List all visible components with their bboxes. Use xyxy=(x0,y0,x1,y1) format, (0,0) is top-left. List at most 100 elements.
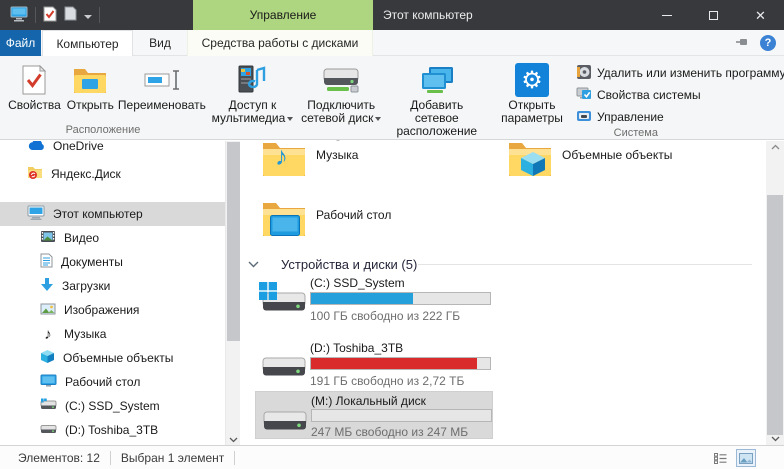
yandex-disk-icon xyxy=(27,165,43,183)
drive-usage-fill xyxy=(311,293,413,304)
pictures-icon xyxy=(40,303,56,318)
drive-free-space: 247 МБ свободно из 247 МБ xyxy=(311,425,468,439)
this-pc-icon xyxy=(27,205,45,223)
section-title: Устройства и диски (5) xyxy=(281,257,417,272)
main-scrollbar[interactable] xyxy=(766,141,784,445)
drive-item-m[interactable]: (M:) Локальный диск 247 МБ свободно из 2… xyxy=(255,391,493,439)
drive-icon xyxy=(40,398,57,414)
folder-tile-music[interactable]: ♪ Музыка xyxy=(262,141,502,191)
music-icon: ♪ xyxy=(40,326,56,343)
add-network-location-button[interactable]: Добавить сетевое расположение xyxy=(388,59,486,138)
settings-gear-icon: ⚙ xyxy=(514,61,550,99)
tab-disk-tools[interactable]: Средства работы с дисками xyxy=(187,30,373,56)
tab-view[interactable]: Вид xyxy=(135,30,185,56)
sidebar-item-this-pc[interactable]: Этот компьютер xyxy=(0,202,225,226)
uninstall-program-icon xyxy=(576,64,592,83)
onedrive-icon xyxy=(27,141,45,154)
rename-button[interactable]: Переименовать xyxy=(118,59,206,123)
selection-count: Выбран 1 элемент xyxy=(121,451,224,465)
open-button[interactable]: Открыть xyxy=(63,59,118,123)
sidebar-item-label: Загрузки xyxy=(62,279,110,293)
sidebar-item-3d-objects[interactable]: Объемные объекты xyxy=(0,346,225,370)
sidebar-scrollbar[interactable] xyxy=(225,141,240,445)
group-label-location: Расположение xyxy=(0,123,206,139)
sidebar-item-label: Объемные объекты xyxy=(63,351,173,365)
system-properties-button[interactable]: Свойства системы xyxy=(576,86,784,104)
sidebar-item-drive-d[interactable]: (D:) Toshiba_3TB xyxy=(0,418,225,442)
manage-label: Управление xyxy=(597,110,664,124)
sidebar-item-label: Видео xyxy=(64,231,99,245)
sidebar-item-drive-c[interactable]: (C:) SSD_System xyxy=(0,394,225,418)
desktop-icon xyxy=(40,374,57,390)
rename-icon xyxy=(144,61,180,99)
sidebar-item-documents[interactable]: Документы xyxy=(0,250,225,274)
sidebar-item-videos[interactable]: Видео xyxy=(0,226,225,250)
main-scrollbar-thumb[interactable] xyxy=(767,195,783,435)
sidebar-item-label: Яндекс.Диск xyxy=(51,167,121,181)
sidebar-item-yandex-disk[interactable]: Яндекс.Диск xyxy=(0,162,225,186)
scroll-down-icon[interactable] xyxy=(226,437,240,443)
sidebar-item-label: Изображения xyxy=(64,303,139,317)
minimize-button[interactable] xyxy=(643,0,690,30)
media-access-label-line2: мультимедиа xyxy=(212,111,286,125)
sidebar-item-music[interactable]: ♪ Музыка xyxy=(0,322,225,346)
network-location-icon xyxy=(419,61,455,99)
window-title: Этот компьютер xyxy=(383,0,473,30)
tab-file[interactable]: Файл xyxy=(0,30,41,56)
thumbnail-view-button[interactable] xyxy=(736,449,756,467)
uninstall-program-button[interactable]: Удалить или изменить программу xyxy=(576,64,784,82)
close-button[interactable]: ✕ xyxy=(737,0,784,30)
windows-logo-icon xyxy=(259,282,277,303)
folder-label: Музыка xyxy=(316,148,358,162)
folder-tile-desktop[interactable]: Рабочий стол xyxy=(262,199,502,251)
status-separator xyxy=(234,451,235,465)
drive-free-space: 191 ГБ свободно из 2,72 ТБ xyxy=(310,374,464,388)
scroll-up-icon[interactable] xyxy=(766,144,784,150)
close-icon: ✕ xyxy=(755,9,766,22)
manage-button[interactable]: Управление xyxy=(576,108,784,126)
sidebar-item-label: Этот компьютер xyxy=(53,207,143,221)
properties-shortcut-icon[interactable] xyxy=(43,6,57,25)
properties-button[interactable]: Свойства xyxy=(6,59,63,123)
sidebar-item-onedrive[interactable]: OneDrive xyxy=(0,141,225,158)
list-view-button[interactable] xyxy=(710,449,730,467)
properties-label: Свойства xyxy=(8,99,61,112)
status-separator xyxy=(110,451,111,465)
hdd-icon xyxy=(262,353,306,386)
tab-computer[interactable]: Компьютер xyxy=(42,30,133,56)
qat-dropdown-icon[interactable] xyxy=(84,15,92,19)
navigation-pane: OneDrive Яндекс.Диск Этот компьютер Виде… xyxy=(0,141,225,445)
cube-overlay-icon xyxy=(520,151,546,177)
contextual-tab-header[interactable]: Управление xyxy=(193,0,373,30)
collapse-chevron-icon[interactable] xyxy=(248,261,259,268)
drive-name: (C:) SSD_System xyxy=(310,276,405,290)
sidebar-item-pictures[interactable]: Изображения xyxy=(0,298,225,322)
maximize-button[interactable] xyxy=(690,0,737,30)
map-network-drive-button[interactable]: Подключить сетевой диск xyxy=(295,59,388,138)
help-button[interactable]: ? xyxy=(760,35,776,51)
scroll-down-icon[interactable] xyxy=(766,436,784,442)
open-folder-icon xyxy=(73,61,107,99)
drive-name: (D:) Toshiba_3TB xyxy=(310,341,403,355)
quick-access-toolbar xyxy=(10,0,100,30)
drive-name: (M:) Локальный диск xyxy=(311,394,426,408)
toolbar-separator xyxy=(99,7,100,23)
media-access-button[interactable]: Доступ к мультимедиа xyxy=(210,59,295,138)
media-access-icon xyxy=(237,61,267,99)
drive-item-d[interactable]: (D:) Toshiba_3TB 191 ГБ свободно из 2,72… xyxy=(255,339,493,389)
folder-tile-3d-objects[interactable]: Объемные объекты xyxy=(508,141,748,191)
drive-usage-fill xyxy=(311,358,477,369)
svg-text:⚙: ⚙ xyxy=(521,66,543,94)
pin-ribbon-icon[interactable] xyxy=(736,36,750,50)
sidebar-item-desktop[interactable]: Рабочий стол xyxy=(0,370,225,394)
uninstall-program-label: Удалить или изменить программу xyxy=(597,66,784,80)
sidebar-item-downloads[interactable]: Загрузки xyxy=(0,274,225,298)
manage-icon xyxy=(576,108,592,127)
open-settings-button[interactable]: ⚙ Открыть параметры xyxy=(496,59,568,126)
drive-item-c[interactable]: (C:) SSD_System 100 ГБ свободно из 222 Г… xyxy=(255,274,493,324)
system-properties-icon xyxy=(576,86,592,105)
section-header-devices-and-drives[interactable]: Устройства и диски (5) xyxy=(240,254,766,274)
new-folder-shortcut-icon[interactable] xyxy=(64,6,77,24)
title-bar: Управление Этот компьютер ✕ xyxy=(0,0,784,30)
sidebar-scrollbar-thumb[interactable] xyxy=(227,142,240,341)
